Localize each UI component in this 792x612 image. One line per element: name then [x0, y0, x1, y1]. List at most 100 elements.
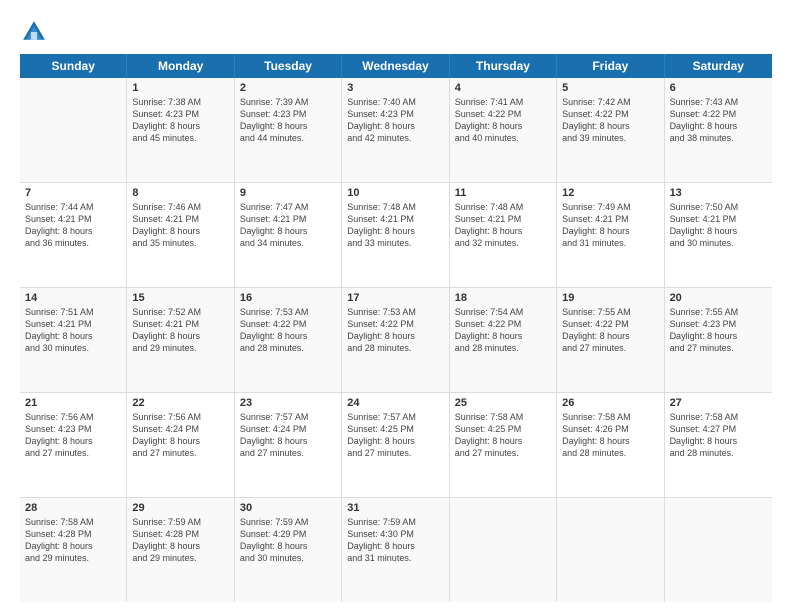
day-info: Sunrise: 7:59 AM Sunset: 4:29 PM Dayligh…	[240, 516, 336, 565]
day-number: 29	[132, 502, 228, 514]
cal-cell-3-3: 16 Sunrise: 7:53 AM Sunset: 4:22 PM Dayli…	[235, 288, 342, 392]
cal-cell-4-7: 27 Sunrise: 7:58 AM Sunset: 4:27 PM Dayli…	[665, 393, 772, 497]
cal-cell-3-2: 15Sunrise: 7:52 AM Sunset: 4:21 PM Dayli…	[127, 288, 234, 392]
day-number: 31	[347, 502, 443, 514]
day-number: 13	[670, 187, 767, 199]
day-info: Sunrise: 7:57 AM Sunset: 4:24 PM Dayligh…	[240, 411, 336, 460]
week-row-1: 1 Sunrise: 7:38 AM Sunset: 4:23 PM Daylig…	[20, 78, 772, 183]
week-row-2: 7 Sunrise: 7:44 AM Sunset: 4:21 PM Daylig…	[20, 183, 772, 288]
day-number: 4	[455, 82, 551, 94]
day-info: Sunrise: 7:55 AM Sunset: 4:22 PM Dayligh…	[562, 306, 658, 355]
day-info: Sunrise: 7:53 AM Sunset: 4:22 PM Dayligh…	[347, 306, 443, 355]
day-info: Sunrise: 7:51 AM Sunset: 4:21 PM Dayligh…	[25, 306, 121, 355]
cal-cell-2-6: 12Sunrise: 7:49 AM Sunset: 4:21 PM Dayli…	[557, 183, 664, 287]
day-info: Sunrise: 7:44 AM Sunset: 4:21 PM Dayligh…	[25, 201, 121, 250]
day-info: Sunrise: 7:59 AM Sunset: 4:30 PM Dayligh…	[347, 516, 443, 565]
day-number: 9	[240, 187, 336, 199]
day-info: Sunrise: 7:57 AM Sunset: 4:25 PM Dayligh…	[347, 411, 443, 460]
day-number: 11	[455, 187, 551, 199]
cal-cell-3-6: 19 Sunrise: 7:55 AM Sunset: 4:22 PM Dayli…	[557, 288, 664, 392]
calendar-body: 1 Sunrise: 7:38 AM Sunset: 4:23 PM Daylig…	[20, 78, 772, 602]
day-info: Sunrise: 7:59 AM Sunset: 4:28 PM Dayligh…	[132, 516, 228, 565]
cal-cell-4-2: 22 Sunrise: 7:56 AM Sunset: 4:24 PM Dayli…	[127, 393, 234, 497]
day-number: 10	[347, 187, 443, 199]
day-info: Sunrise: 7:54 AM Sunset: 4:22 PM Dayligh…	[455, 306, 551, 355]
day-info: Sunrise: 7:58 AM Sunset: 4:26 PM Dayligh…	[562, 411, 658, 460]
cal-cell-1-6: 5Sunrise: 7:42 AM Sunset: 4:22 PM Daylig…	[557, 78, 664, 182]
day-number: 18	[455, 292, 551, 304]
day-info: Sunrise: 7:50 AM Sunset: 4:21 PM Dayligh…	[670, 201, 767, 250]
calendar-header: SundayMondayTuesdayWednesdayThursdayFrid…	[20, 54, 772, 78]
day-number: 20	[670, 292, 767, 304]
cal-cell-5-4: 31 Sunrise: 7:59 AM Sunset: 4:30 PM Dayli…	[342, 498, 449, 602]
day-number: 28	[25, 502, 121, 514]
day-number: 27	[670, 397, 767, 409]
logo	[20, 18, 52, 46]
day-info: Sunrise: 7:56 AM Sunset: 4:23 PM Dayligh…	[25, 411, 121, 460]
cal-cell-2-4: 10Sunrise: 7:48 AM Sunset: 4:21 PM Dayli…	[342, 183, 449, 287]
day-info: Sunrise: 7:41 AM Sunset: 4:22 PM Dayligh…	[455, 96, 551, 145]
week-row-4: 21 Sunrise: 7:56 AM Sunset: 4:23 PM Dayli…	[20, 393, 772, 498]
day-number: 5	[562, 82, 658, 94]
page: SundayMondayTuesdayWednesdayThursdayFrid…	[0, 0, 792, 612]
week-row-5: 28Sunrise: 7:58 AM Sunset: 4:28 PM Dayli…	[20, 498, 772, 602]
logo-icon	[20, 18, 48, 46]
week-row-3: 14 Sunrise: 7:51 AM Sunset: 4:21 PM Dayli…	[20, 288, 772, 393]
cal-cell-3-5: 18 Sunrise: 7:54 AM Sunset: 4:22 PM Dayli…	[450, 288, 557, 392]
day-number: 19	[562, 292, 658, 304]
day-header-thursday: Thursday	[450, 54, 557, 78]
day-number: 1	[132, 82, 228, 94]
day-header-friday: Friday	[557, 54, 664, 78]
day-number: 7	[25, 187, 121, 199]
day-info: Sunrise: 7:55 AM Sunset: 4:23 PM Dayligh…	[670, 306, 767, 355]
day-number: 8	[132, 187, 228, 199]
day-number: 2	[240, 82, 336, 94]
cal-cell-3-4: 17 Sunrise: 7:53 AM Sunset: 4:22 PM Dayli…	[342, 288, 449, 392]
cal-cell-5-1: 28Sunrise: 7:58 AM Sunset: 4:28 PM Dayli…	[20, 498, 127, 602]
day-info: Sunrise: 7:53 AM Sunset: 4:22 PM Dayligh…	[240, 306, 336, 355]
cal-cell-4-3: 23 Sunrise: 7:57 AM Sunset: 4:24 PM Dayli…	[235, 393, 342, 497]
day-number: 25	[455, 397, 551, 409]
cal-cell-3-1: 14 Sunrise: 7:51 AM Sunset: 4:21 PM Dayli…	[20, 288, 127, 392]
cal-cell-1-5: 4 Sunrise: 7:41 AM Sunset: 4:22 PM Daylig…	[450, 78, 557, 182]
day-info: Sunrise: 7:46 AM Sunset: 4:21 PM Dayligh…	[132, 201, 228, 250]
day-info: Sunrise: 7:56 AM Sunset: 4:24 PM Dayligh…	[132, 411, 228, 460]
cal-cell-4-4: 24 Sunrise: 7:57 AM Sunset: 4:25 PM Dayli…	[342, 393, 449, 497]
day-number: 26	[562, 397, 658, 409]
cal-cell-2-2: 8 Sunrise: 7:46 AM Sunset: 4:21 PM Daylig…	[127, 183, 234, 287]
cal-cell-1-7: 6Sunrise: 7:43 AM Sunset: 4:22 PM Daylig…	[665, 78, 772, 182]
day-info: Sunrise: 7:48 AM Sunset: 4:21 PM Dayligh…	[455, 201, 551, 250]
calendar: SundayMondayTuesdayWednesdayThursdayFrid…	[20, 54, 772, 602]
day-number: 21	[25, 397, 121, 409]
day-number: 16	[240, 292, 336, 304]
day-number: 12	[562, 187, 658, 199]
cal-cell-1-2: 1 Sunrise: 7:38 AM Sunset: 4:23 PM Daylig…	[127, 78, 234, 182]
day-number: 23	[240, 397, 336, 409]
cal-cell-1-4: 3Sunrise: 7:40 AM Sunset: 4:23 PM Daylig…	[342, 78, 449, 182]
day-number: 15	[132, 292, 228, 304]
day-number: 22	[132, 397, 228, 409]
day-info: Sunrise: 7:38 AM Sunset: 4:23 PM Dayligh…	[132, 96, 228, 145]
day-info: Sunrise: 7:58 AM Sunset: 4:27 PM Dayligh…	[670, 411, 767, 460]
cal-cell-2-3: 9Sunrise: 7:47 AM Sunset: 4:21 PM Daylig…	[235, 183, 342, 287]
cal-cell-4-6: 26 Sunrise: 7:58 AM Sunset: 4:26 PM Dayli…	[557, 393, 664, 497]
day-number: 6	[670, 82, 767, 94]
cal-cell-5-6	[557, 498, 664, 602]
cal-cell-2-7: 13 Sunrise: 7:50 AM Sunset: 4:21 PM Dayli…	[665, 183, 772, 287]
cal-cell-5-3: 30 Sunrise: 7:59 AM Sunset: 4:29 PM Dayli…	[235, 498, 342, 602]
day-number: 24	[347, 397, 443, 409]
cal-cell-4-5: 25 Sunrise: 7:58 AM Sunset: 4:25 PM Dayli…	[450, 393, 557, 497]
day-header-tuesday: Tuesday	[235, 54, 342, 78]
cal-cell-2-5: 11 Sunrise: 7:48 AM Sunset: 4:21 PM Dayli…	[450, 183, 557, 287]
day-header-saturday: Saturday	[665, 54, 772, 78]
cal-cell-2-1: 7 Sunrise: 7:44 AM Sunset: 4:21 PM Daylig…	[20, 183, 127, 287]
day-header-sunday: Sunday	[20, 54, 127, 78]
cal-cell-5-7	[665, 498, 772, 602]
day-info: Sunrise: 7:58 AM Sunset: 4:25 PM Dayligh…	[455, 411, 551, 460]
day-number: 14	[25, 292, 121, 304]
day-number: 17	[347, 292, 443, 304]
day-number: 30	[240, 502, 336, 514]
cal-cell-1-3: 2 Sunrise: 7:39 AM Sunset: 4:23 PM Daylig…	[235, 78, 342, 182]
day-info: Sunrise: 7:39 AM Sunset: 4:23 PM Dayligh…	[240, 96, 336, 145]
header	[20, 18, 772, 46]
